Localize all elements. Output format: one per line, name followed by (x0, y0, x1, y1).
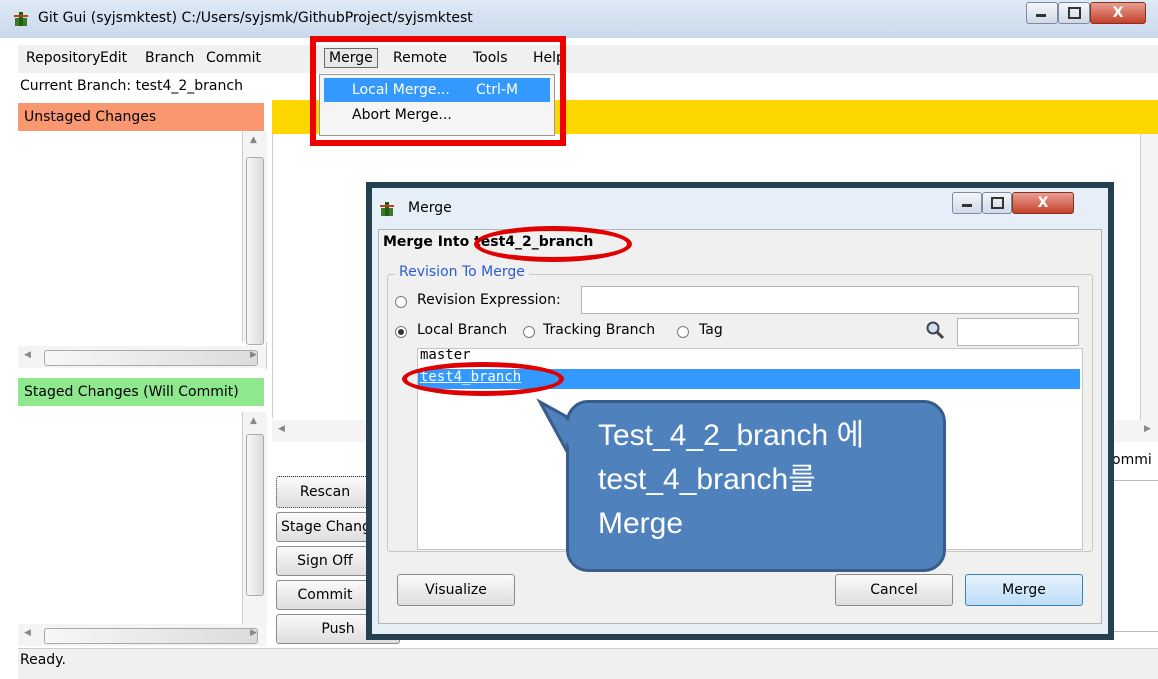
search-icon (926, 321, 945, 340)
menu-edit[interactable]: Edit (100, 50, 127, 66)
unstaged-horizontal-scrollbar[interactable]: ◀ ▶ (18, 346, 266, 368)
branch-filter-input[interactable] (957, 318, 1079, 346)
dialog-minimize-button[interactable] (952, 192, 982, 214)
minimize-button[interactable] (1026, 2, 1058, 24)
revision-group-label: Revision To Merge (395, 264, 529, 280)
branch-list-item[interactable]: master (420, 349, 471, 363)
scroll-right-arrow-icon[interactable]: ▶ (250, 350, 257, 360)
scroll-thumb[interactable] (246, 157, 264, 345)
commit-button[interactable]: Commit (276, 580, 374, 610)
git-gui-icon (380, 202, 394, 216)
highlight-ellipse (402, 362, 564, 396)
staged-vertical-scrollbar[interactable]: ▲ (242, 412, 267, 624)
scroll-right-arrow-icon[interactable]: ▶ (1144, 424, 1151, 434)
sign-off-button[interactable]: Sign Off (276, 546, 374, 576)
scroll-left-arrow-icon[interactable]: ◀ (24, 628, 31, 638)
stage-changed-button[interactable]: Stage Changed (276, 512, 374, 542)
annotation-callout-text: Test_4_2_branch 에 test_4_branch를 Merge (598, 419, 865, 540)
unstaged-vertical-scrollbar[interactable]: ▲ (242, 131, 267, 345)
current-branch-label: Current Branch: test4_2_branch (20, 78, 243, 94)
highlight-box (310, 36, 566, 146)
commit-message-label-partial: ommi (1112, 452, 1152, 468)
window-title: Git Gui (syjsmktest) C:/Users/syjsmk/Git… (38, 10, 473, 26)
rescan-button[interactable]: Rescan (276, 476, 374, 508)
scroll-up-arrow-icon[interactable]: ▲ (250, 135, 257, 145)
revision-expression-input[interactable] (581, 286, 1079, 314)
maximize-button[interactable] (1058, 2, 1090, 24)
menubar: Repository Edit Branch Commit Merge Remo… (18, 45, 1158, 73)
menu-repository[interactable]: Repository (26, 50, 100, 66)
window-titlebar: Git Gui (syjsmktest) C:/Users/syjsmk/Git… (0, 0, 1158, 38)
dialog-close-button[interactable]: X (1012, 192, 1074, 214)
menu-branch[interactable]: Branch (145, 50, 194, 66)
commit-message-area[interactable] (1112, 480, 1158, 632)
dialog-title: Merge (408, 200, 452, 216)
tag-label: Tag (699, 322, 723, 338)
cancel-button[interactable]: Cancel (835, 574, 953, 606)
revision-expression-label: Revision Expression: (417, 292, 561, 308)
staged-changes-header: Staged Changes (Will Commit) (18, 378, 264, 406)
scroll-left-arrow-icon[interactable]: ◀ (24, 350, 31, 360)
scroll-thumb[interactable] (44, 350, 258, 366)
menu-commit[interactable]: Commit (206, 50, 261, 66)
unstaged-file-list[interactable] (18, 131, 267, 369)
tracking-branch-label: Tracking Branch (543, 322, 656, 338)
local-branch-label: Local Branch (417, 322, 508, 338)
scroll-right-arrow-icon[interactable]: ▶ (250, 628, 257, 638)
close-button[interactable]: X (1090, 2, 1146, 24)
status-text: Ready. (20, 652, 66, 668)
scroll-up-arrow-icon[interactable]: ▲ (250, 416, 257, 426)
local-branch-radio[interactable] (395, 326, 407, 338)
revision-expression-radio[interactable] (395, 296, 407, 308)
visualize-button[interactable]: Visualize (397, 574, 515, 606)
status-bar (18, 648, 1158, 679)
diff-vertical-scrollbar[interactable] (1140, 134, 1158, 422)
staged-horizontal-scrollbar[interactable]: ◀ ▶ (18, 624, 266, 646)
dialog-maximize-button[interactable] (982, 192, 1012, 214)
staged-file-list[interactable] (18, 406, 266, 624)
tag-radio[interactable] (677, 326, 689, 338)
unstaged-changes-header: Unstaged Changes (18, 103, 264, 131)
merge-button[interactable]: Merge (965, 574, 1083, 606)
git-gui-icon (14, 12, 28, 26)
scroll-thumb[interactable] (246, 434, 264, 596)
scroll-thumb[interactable] (44, 628, 258, 644)
scroll-left-arrow-icon[interactable]: ◀ (278, 424, 285, 434)
highlight-ellipse (474, 226, 632, 262)
tracking-branch-radio[interactable] (523, 326, 535, 338)
